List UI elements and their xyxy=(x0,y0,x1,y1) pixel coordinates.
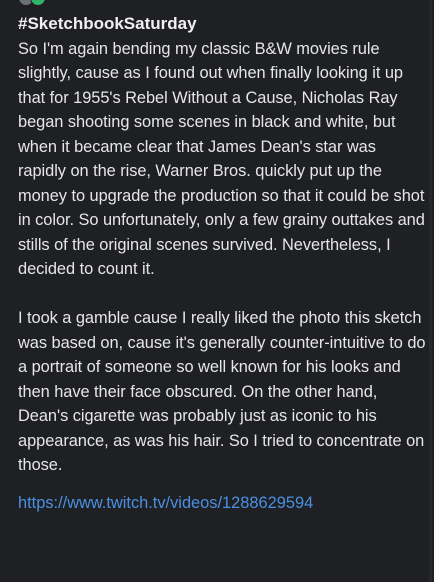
reaction-avatars xyxy=(18,0,46,6)
twitch-video-link[interactable]: https://www.twitch.tv/videos/1288629594 xyxy=(18,491,428,516)
post-paragraph-2: I took a gamble cause I really liked the… xyxy=(18,309,426,474)
hashtag-link[interactable]: #SketchbookSaturday xyxy=(18,12,428,37)
post-body: #SketchbookSaturday So I'm again bending… xyxy=(18,12,428,515)
avatar xyxy=(30,0,46,6)
scrollbar-track[interactable] xyxy=(429,0,432,582)
post-paragraph-1: So I'm again bending my classic B&W movi… xyxy=(18,39,425,279)
